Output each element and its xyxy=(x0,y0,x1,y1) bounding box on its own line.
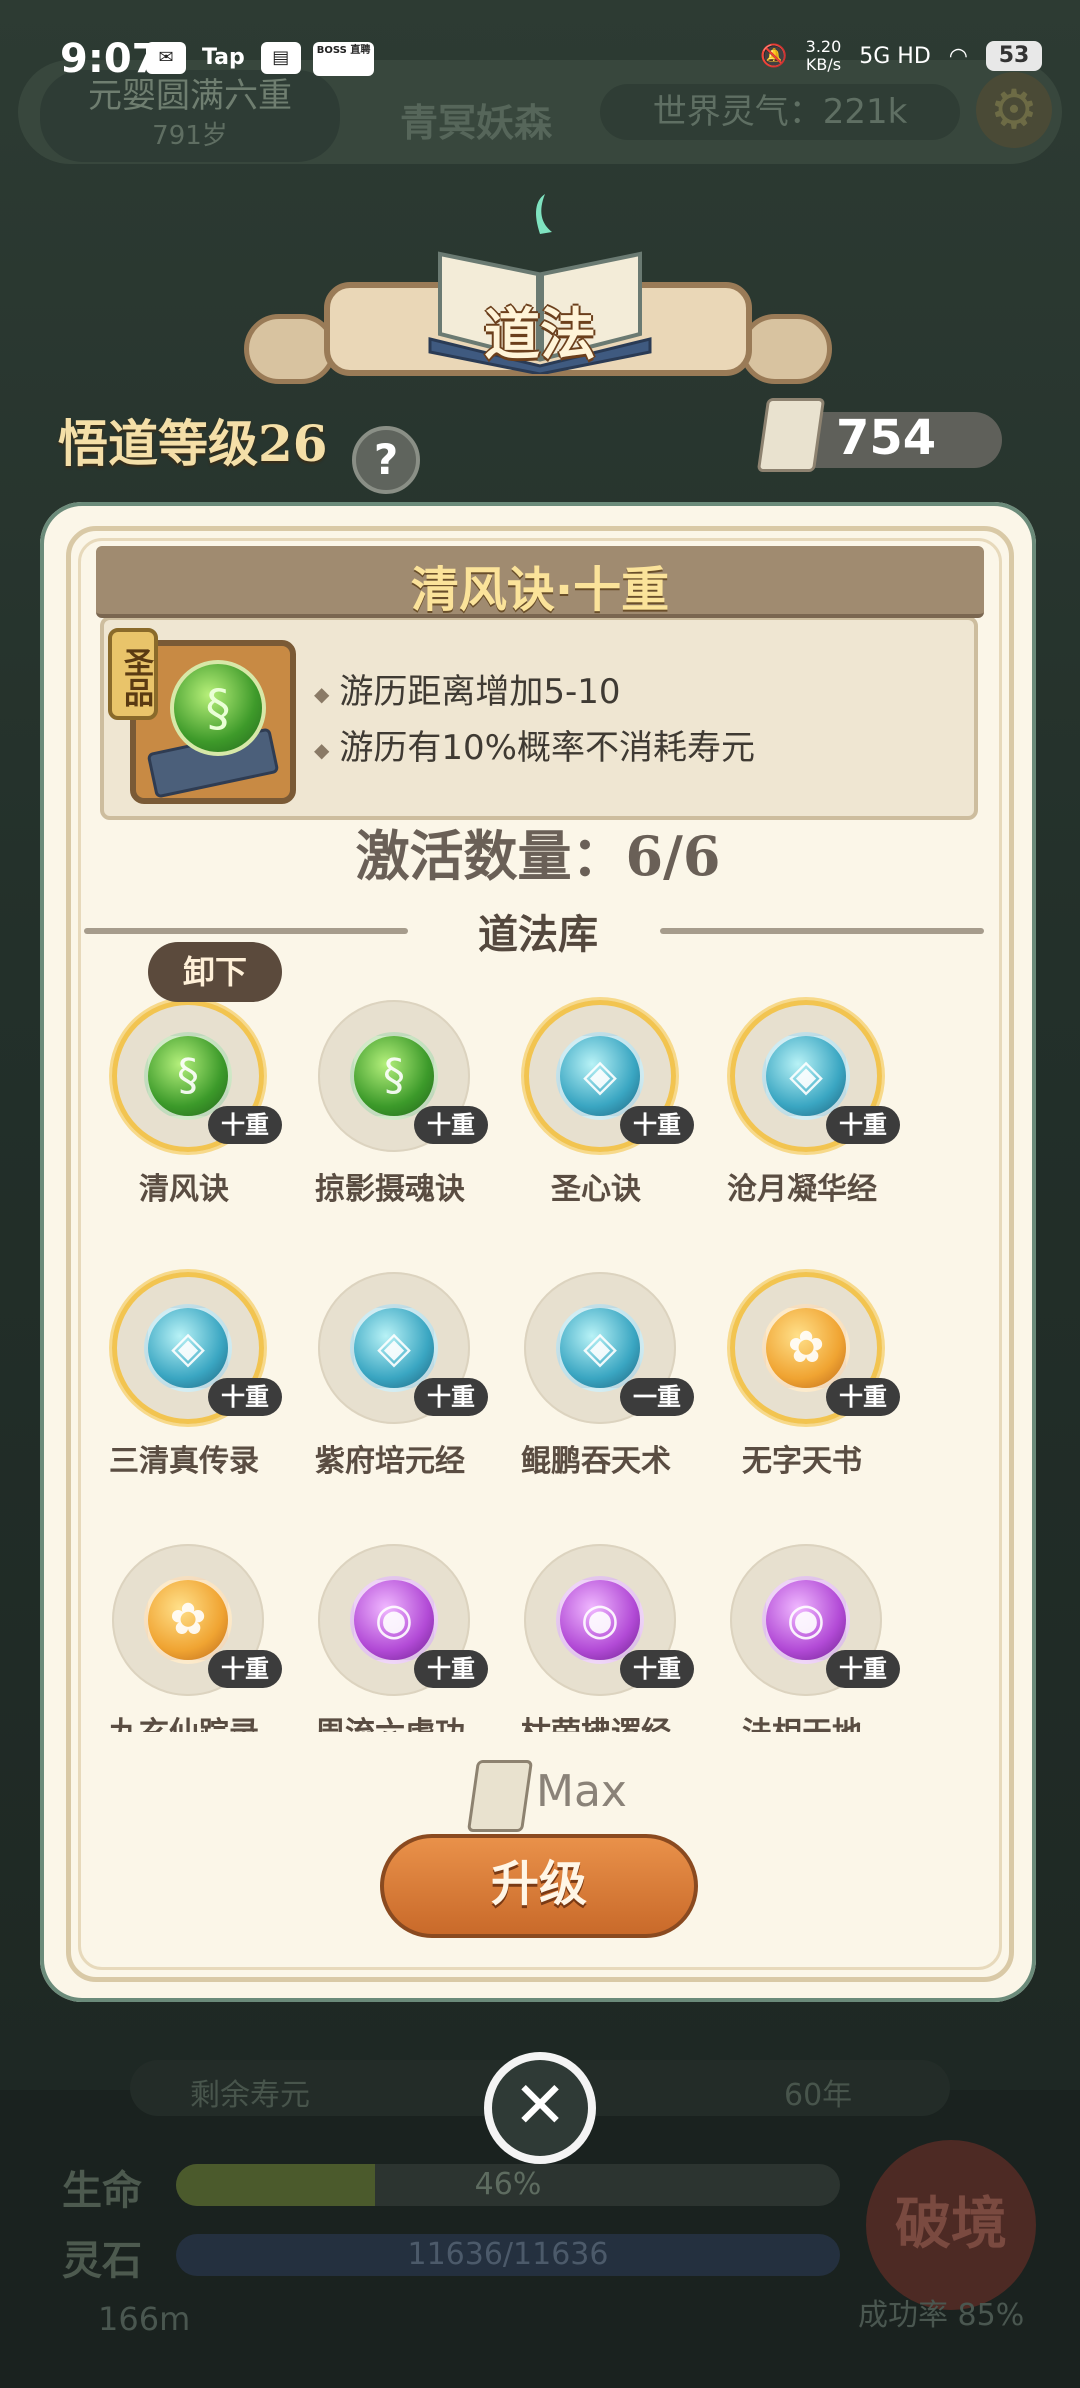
network-type: 5G HD xyxy=(859,43,931,69)
skill-cell[interactable]: ◉十重法相天地 xyxy=(702,1524,902,1732)
skill-cell[interactable]: ◈ 十重 三清真传录 xyxy=(84,1252,284,1512)
skill-cell[interactable]: § 十重 掠影摄魂诀 xyxy=(290,980,490,1240)
skill-cell[interactable]: ◈ 一重 鲲鹏吞天术 xyxy=(496,1252,696,1512)
skill-tier-badge: 十重 xyxy=(826,1378,900,1416)
status-right: 🔕 3.20 KB/s 5G HD ◠ 53 xyxy=(760,38,1042,74)
skill-cell[interactable]: ◈ 十重 紫府培元经 xyxy=(290,1252,490,1512)
skill-tier-badge: 十重 xyxy=(620,1650,694,1688)
banner-curl-left xyxy=(244,314,336,384)
mute-icon: 🔕 xyxy=(760,43,788,69)
divider-right xyxy=(660,928,984,934)
mail-icon: ✉ xyxy=(146,42,186,74)
help-button[interactable]: ? xyxy=(352,426,420,494)
skill-cell[interactable]: ◉十重枯荣拂逻经 xyxy=(496,1524,696,1732)
skill-name: 鲲鹏吞天术 xyxy=(521,1444,671,1479)
wifi-icon: ◠ xyxy=(948,43,968,69)
skill-name: 圣心诀 xyxy=(551,1172,641,1207)
skill-cell[interactable]: ◉十重周流六虚功 xyxy=(290,1524,490,1732)
page-title: 道法 xyxy=(484,303,596,368)
background-life-label: 生命 xyxy=(62,2168,142,2214)
skill-name: 三清真传录 xyxy=(109,1444,259,1479)
background-life-value: 46% xyxy=(474,2167,542,2202)
max-scroll-icon xyxy=(466,1760,534,1832)
battery-icon: 53 xyxy=(986,41,1042,71)
skill-tier-badge: 十重 xyxy=(620,1106,694,1144)
skill-tier-badge: 十重 xyxy=(826,1106,900,1144)
scroll-icon xyxy=(756,398,826,472)
skill-tier-badge: 十重 xyxy=(414,1378,488,1416)
max-label: Max xyxy=(536,1766,627,1817)
background-stone-label: 灵石 xyxy=(62,2238,142,2284)
upgrade-button[interactable]: 升级 xyxy=(380,1834,698,1938)
skill-tier-badge: 十重 xyxy=(414,1106,488,1144)
skill-name: 清风诀 xyxy=(139,1172,229,1207)
skill-tier-badge: 一重 xyxy=(620,1378,694,1416)
skill-cell[interactable]: ◈ 十重 沧月凝华经 xyxy=(702,980,902,1240)
skill-name: 九玄仙踪录 xyxy=(84,1708,294,1732)
calendar-icon: ▤ xyxy=(260,42,301,74)
skill-cell[interactable]: ◈ 十重 圣心诀 xyxy=(496,980,696,1240)
boss-app-icon: BOSS 直聘 xyxy=(312,42,375,76)
background-distance: 166m xyxy=(98,2300,191,2338)
skill-tier-badge: 十重 xyxy=(208,1378,282,1416)
tap-app-icon: Tap xyxy=(202,45,245,70)
divider-left xyxy=(84,928,408,934)
status-app-icons: ✉ Tap ▤ BOSS 直聘 xyxy=(146,42,375,76)
background-stone-value: 11636/11636 xyxy=(407,2237,609,2272)
skill-name: 紫府培元经 xyxy=(315,1444,465,1479)
skill-tier-badge: 十重 xyxy=(826,1650,900,1688)
skill-name: 沧月凝华经 xyxy=(727,1172,877,1207)
background-breakthrough-button: 破境 xyxy=(866,2140,1036,2310)
status-time: 9:07 xyxy=(60,36,160,82)
background-remaining-years: 60年 xyxy=(784,2078,853,2113)
scroll-count-value: 754 xyxy=(836,410,937,466)
network-speed: 3.20 KB/s xyxy=(805,37,842,74)
close-button[interactable]: ✕ xyxy=(484,2052,596,2164)
grade-tag: 圣品 xyxy=(108,628,158,720)
skill-detail-title: 清风诀·十重 xyxy=(410,562,670,618)
background-success-rate: 成功率 85% xyxy=(858,2298,1025,2333)
skill-name: 掠影摄魂诀 xyxy=(315,1172,465,1207)
wind-orb-icon: § xyxy=(170,660,266,756)
skill-tier-badge: 十重 xyxy=(414,1650,488,1688)
skill-name: 枯荣拂逻经 xyxy=(486,1708,706,1732)
banner-curl-right xyxy=(740,314,832,384)
active-count: 激活数量：6/6 xyxy=(355,824,721,888)
skill-effect-2: 游历有10%概率不消耗寿元 xyxy=(314,720,755,769)
background-age-text: 791岁 xyxy=(152,121,228,151)
library-title: 道法库 xyxy=(478,912,598,958)
skill-tier-badge: 十重 xyxy=(208,1106,282,1144)
skill-cell[interactable]: ✿ 十重 无字天书 xyxy=(702,1252,902,1512)
skill-name: 法相天地 xyxy=(692,1708,912,1732)
status-bar: 9:07 ✉ Tap ▤ BOSS 直聘 🔕 3.20 KB/s 5G HD ◠… xyxy=(0,0,1080,118)
skill-cell[interactable]: ✿十重九玄仙踪录 xyxy=(84,1524,284,1732)
skill-tier-badge: 十重 xyxy=(208,1650,282,1688)
unequip-button[interactable]: 卸下 xyxy=(148,942,282,1002)
skill-name: 无字天书 xyxy=(742,1444,862,1479)
skill-effect-1: 游历距离增加5-10 xyxy=(314,664,620,713)
skill-library-grid: § 十重 清风诀 § 十重 掠影摄魂诀 ◈ 十重 圣心诀 ◈ 十重 沧月凝华经 ◈ 十重 三清真传录 ◈ 十重紫… xyxy=(84,980,984,1732)
skill-name: 周流六虚功 xyxy=(280,1708,500,1732)
background-remaining-label: 剩余寿元 xyxy=(190,2078,310,2113)
skill-cell[interactable]: § 十重 清风诀 xyxy=(84,980,284,1240)
wudao-level: 悟道等级26 xyxy=(58,414,328,473)
